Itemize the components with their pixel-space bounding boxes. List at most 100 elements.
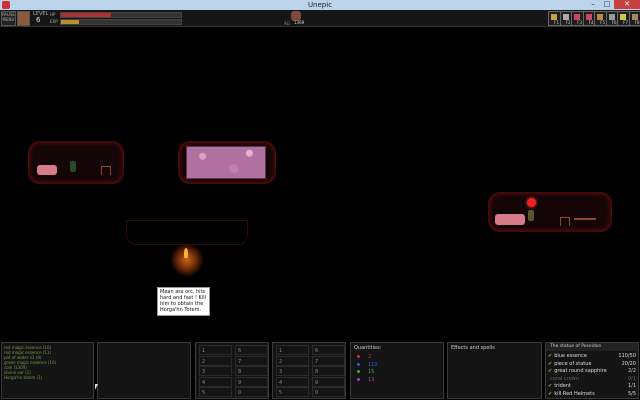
xp-bar bbox=[60, 19, 182, 25]
mouse-cursor bbox=[95, 384, 98, 390]
npc-tooltip: Mean ass orc, hits hard and fast ! Kill … bbox=[157, 287, 210, 316]
hotbar-slot[interactable]: 6 bbox=[312, 345, 345, 355]
quest-panel: The statue of Poseidon ✔ blue essence 110/… bbox=[545, 342, 639, 399]
hotbar-slot[interactable]: 2 bbox=[276, 355, 309, 366]
quantities-panel: Quantities: 2 110 15 13 bbox=[350, 342, 444, 399]
log-entry: Horga'hn totem (1) bbox=[4, 375, 43, 380]
hotbar-slot[interactable]: 2 bbox=[199, 355, 232, 366]
xp-label: EXP bbox=[50, 19, 58, 24]
quantity-row: 13 bbox=[357, 377, 374, 383]
game-hud: PAUSE MENU LEVEL 6 HP EXP AG 1369 F1 F2 F3… bbox=[0, 10, 640, 27]
player-avatar bbox=[17, 11, 30, 26]
chair bbox=[101, 166, 111, 175]
corridor bbox=[126, 220, 248, 245]
hotkey-label: F6 bbox=[611, 20, 617, 25]
gold-label: AG bbox=[284, 21, 290, 26]
quest-item-progress: 2/2 bbox=[627, 368, 636, 374]
hotbar-slot[interactable]: 0 bbox=[235, 387, 268, 398]
tapestry bbox=[186, 146, 266, 179]
quantity-value: 15 bbox=[368, 369, 375, 375]
check-icon: ✔ bbox=[548, 353, 553, 359]
effects-title: Effects and spells bbox=[451, 345, 495, 351]
hotbar-slot[interactable]: 6 bbox=[235, 345, 268, 355]
quantity-row: 2 bbox=[357, 354, 371, 360]
hotbar-slot[interactable]: 9 bbox=[235, 376, 268, 387]
hotbar-slot[interactable]: 4 bbox=[276, 376, 309, 387]
quest-item: coral crown 0/1 bbox=[548, 376, 636, 383]
minimize-button[interactable]: – bbox=[586, 0, 600, 9]
bed bbox=[37, 165, 57, 175]
quantity-row: 110 bbox=[357, 362, 378, 368]
quest-item-name: trident bbox=[554, 383, 571, 389]
essence-icon bbox=[357, 377, 360, 381]
bed bbox=[495, 214, 525, 225]
player-character bbox=[528, 210, 534, 221]
maximize-button[interactable]: □ bbox=[600, 0, 614, 9]
essence-icon bbox=[357, 370, 360, 373]
quest-item: ✔ kill Red Helmets 5/5 bbox=[548, 391, 636, 398]
check-icon: ✔ bbox=[548, 368, 553, 374]
quantity-value: 110 bbox=[368, 361, 378, 368]
hotkey-slot-f8[interactable]: F8 bbox=[628, 11, 640, 26]
quest-item-name: blue essence bbox=[554, 353, 587, 359]
hp-bar bbox=[60, 12, 182, 18]
table bbox=[574, 218, 596, 226]
chair bbox=[560, 217, 570, 226]
hotbar-slot[interactable]: 0 bbox=[312, 387, 345, 398]
hotbar-slot[interactable]: 5 bbox=[199, 387, 232, 398]
hotbar-slot[interactable]: 3 bbox=[276, 366, 309, 377]
effects-panel: Effects and spells bbox=[447, 342, 542, 399]
hotbar-slot[interactable]: 3 bbox=[199, 366, 232, 377]
hotkey-label: F8 bbox=[634, 20, 640, 25]
hotbar-slot[interactable]: 4 bbox=[199, 376, 232, 387]
quantity-value: 2 bbox=[368, 354, 372, 360]
room-left bbox=[28, 141, 124, 184]
gold-amount: 1369 bbox=[294, 20, 305, 25]
quest-item-name: piece of statue bbox=[554, 360, 592, 367]
hotbar-slot[interactable]: 5 bbox=[276, 387, 309, 398]
inventory-panel bbox=[97, 342, 191, 399]
quest-item-progress: 5/5 bbox=[627, 390, 636, 397]
quest-item-name: coral crown bbox=[550, 375, 579, 382]
quest-title: The statue of Poseidon bbox=[546, 343, 638, 351]
hotbar-grid-1: 12345 67890 bbox=[195, 342, 269, 399]
hotbar-slot[interactable]: 9 bbox=[312, 376, 345, 387]
check-icon: ✔ bbox=[548, 390, 553, 397]
quest-item: ✔ trident 1/1 bbox=[548, 383, 636, 390]
torch-flame[interactable] bbox=[184, 248, 188, 258]
essence-icon bbox=[357, 362, 360, 366]
pause-menu-button[interactable]: PAUSE MENU bbox=[1, 11, 16, 26]
quantity-value: 13 bbox=[368, 376, 375, 383]
quest-item: ✔ blue essence 110/50 bbox=[548, 353, 636, 360]
hotbar-slot[interactable]: 8 bbox=[312, 366, 345, 377]
level-value: 6 bbox=[36, 16, 41, 24]
message-log: red magic essence (10) red magic essence … bbox=[1, 342, 94, 399]
hp-label: HP bbox=[50, 12, 56, 17]
check-icon: ✔ bbox=[548, 383, 553, 389]
quest-item: ✔ piece of statue 20/20 bbox=[548, 361, 636, 368]
hotbar-slot[interactable]: 7 bbox=[312, 355, 345, 366]
quest-item-progress: 110/50 bbox=[618, 353, 636, 359]
quest-item-name: kill Red Helmets bbox=[554, 390, 595, 397]
close-button[interactable]: ✕ bbox=[614, 0, 640, 9]
check-icon: ✔ bbox=[548, 360, 553, 367]
hotbar-slot[interactable]: 1 bbox=[276, 345, 309, 355]
hotkey-label: F4 bbox=[588, 20, 594, 25]
quest-item-name: great round sapphire bbox=[554, 368, 607, 374]
essence-icon bbox=[357, 355, 360, 358]
room-right bbox=[488, 192, 612, 232]
xp-bar-fill bbox=[61, 20, 79, 24]
hotbar-slot[interactable]: 1 bbox=[199, 345, 232, 355]
hotkey-label: F3 bbox=[577, 20, 582, 25]
quest-item-progress: 20/20 bbox=[621, 360, 636, 367]
quantity-row: 15 bbox=[357, 369, 374, 375]
quest-item: ✔ great round sapphire 2/2 bbox=[548, 368, 636, 375]
npc-character[interactable] bbox=[70, 161, 76, 172]
quest-item-progress: 0/1 bbox=[627, 375, 636, 382]
hotbar-slot[interactable]: 7 bbox=[235, 355, 268, 366]
hotkey-label: F1 bbox=[554, 20, 559, 25]
window-title: Unepic bbox=[307, 1, 333, 9]
quantities-title: Quantities: bbox=[354, 345, 382, 351]
quest-item-progress: 1/1 bbox=[627, 383, 636, 389]
hotbar-slot[interactable]: 8 bbox=[235, 366, 268, 377]
